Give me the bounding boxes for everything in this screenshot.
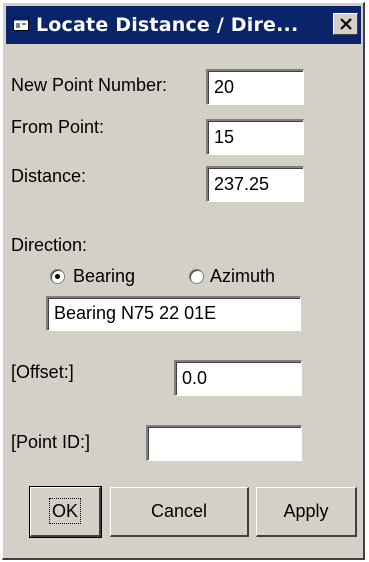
close-button[interactable] [333, 13, 358, 35]
radio-selected-dot [55, 274, 60, 279]
direction-label: Direction: [11, 235, 88, 255]
azimuth-radio[interactable] [189, 269, 204, 284]
new-point-number-field[interactable]: 20 [206, 69, 304, 105]
direction-field[interactable]: Bearing N75 22 01E [46, 296, 301, 331]
apply-button-label: Apply [283, 501, 329, 521]
locate-distance-dialog: Locate Distance / Dire... New Point Numb… [2, 2, 365, 560]
window-title: Locate Distance / Dire... [36, 14, 299, 36]
point-id-field[interactable] [146, 425, 302, 461]
from-point-field[interactable]: 15 [206, 119, 304, 155]
apply-button[interactable]: Apply [256, 487, 357, 537]
distance-field[interactable]: 237.25 [206, 166, 304, 202]
distance-label: Distance: [11, 166, 87, 186]
point-id-label: [Point ID:] [11, 432, 91, 452]
new-point-number-label: New Point Number: [11, 75, 168, 95]
app-window-icon [13, 17, 29, 31]
ok-button[interactable]: OK [29, 486, 102, 538]
ok-button-label: OK [48, 498, 82, 524]
offset-label: [Offset:] [11, 362, 74, 382]
from-point-label: From Point: [11, 117, 105, 137]
title-bar[interactable]: Locate Distance / Dire... [6, 6, 361, 44]
close-icon [340, 18, 352, 30]
azimuth-radio-label[interactable]: Azimuth [210, 265, 275, 287]
bearing-radio-label[interactable]: Bearing [73, 265, 135, 287]
cancel-button-label: Cancel [150, 501, 208, 521]
cancel-button[interactable]: Cancel [110, 487, 249, 537]
offset-field[interactable]: 0.0 [174, 360, 302, 396]
bearing-radio[interactable] [50, 269, 65, 284]
